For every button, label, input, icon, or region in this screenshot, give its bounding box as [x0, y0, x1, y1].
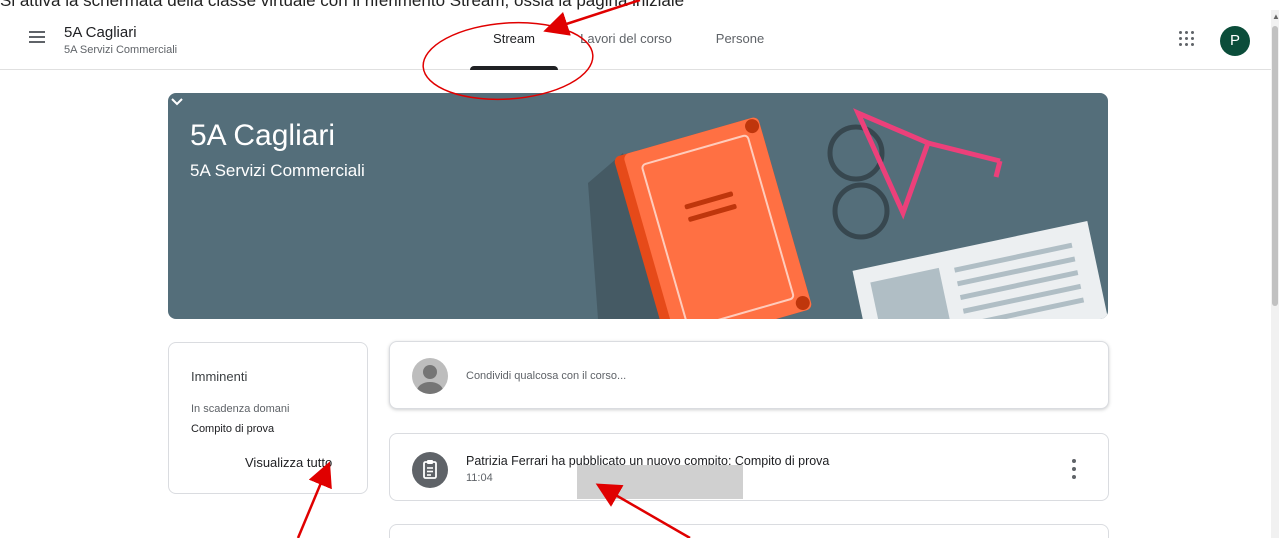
more-vert-icon[interactable] [1070, 458, 1078, 480]
assignment-icon [412, 452, 448, 488]
redacted-area [577, 465, 743, 499]
share-input[interactable]: Condividi qualcosa con il corso... [466, 370, 626, 382]
class-banner: 5A Cagliari 5A Servizi Commerciali [168, 93, 1108, 319]
header-class-title[interactable]: 5A Cagliari [64, 24, 137, 41]
scrollbar-thumb[interactable] [1272, 26, 1278, 306]
post-time: 11:04 [466, 472, 493, 484]
view-all-button[interactable]: Visualizza tutto [245, 455, 332, 470]
upcoming-card: Imminenti In scadenza domani Compito di … [168, 342, 368, 494]
stream-post-next[interactable] [389, 524, 1109, 538]
tab-persone[interactable]: Persone [700, 10, 780, 70]
stream-post[interactable]: Patrizia Ferrari ha pubblicato un nuovo … [389, 433, 1109, 501]
share-box[interactable]: Condividi qualcosa con il corso... [389, 341, 1109, 409]
header-class-subtitle: 5A Servizi Commerciali [64, 44, 178, 56]
account-avatar[interactable]: P [1220, 26, 1250, 56]
tab-stream[interactable]: Stream [470, 10, 558, 70]
apps-icon[interactable] [1178, 30, 1196, 48]
banner-class-subtitle: 5A Servizi Commerciali [190, 161, 365, 180]
app-header: 5A Cagliari 5A Servizi Commerciali Strea… [0, 10, 1279, 70]
menu-icon[interactable] [26, 26, 48, 48]
upcoming-assignment-link[interactable]: Compito di prova [191, 423, 274, 435]
scroll-up-icon[interactable]: ▲ [1272, 12, 1279, 21]
upcoming-due-label: In scadenza domani [191, 403, 290, 415]
banner-class-title: 5A Cagliari [190, 119, 336, 152]
tab-lavori-del-corso[interactable]: Lavori del corso [566, 10, 686, 70]
user-avatar-icon [412, 358, 448, 394]
chevron-down-icon[interactable] [168, 93, 186, 111]
page-scrollbar[interactable]: ▲ [1271, 10, 1279, 538]
upcoming-title: Imminenti [191, 369, 248, 384]
